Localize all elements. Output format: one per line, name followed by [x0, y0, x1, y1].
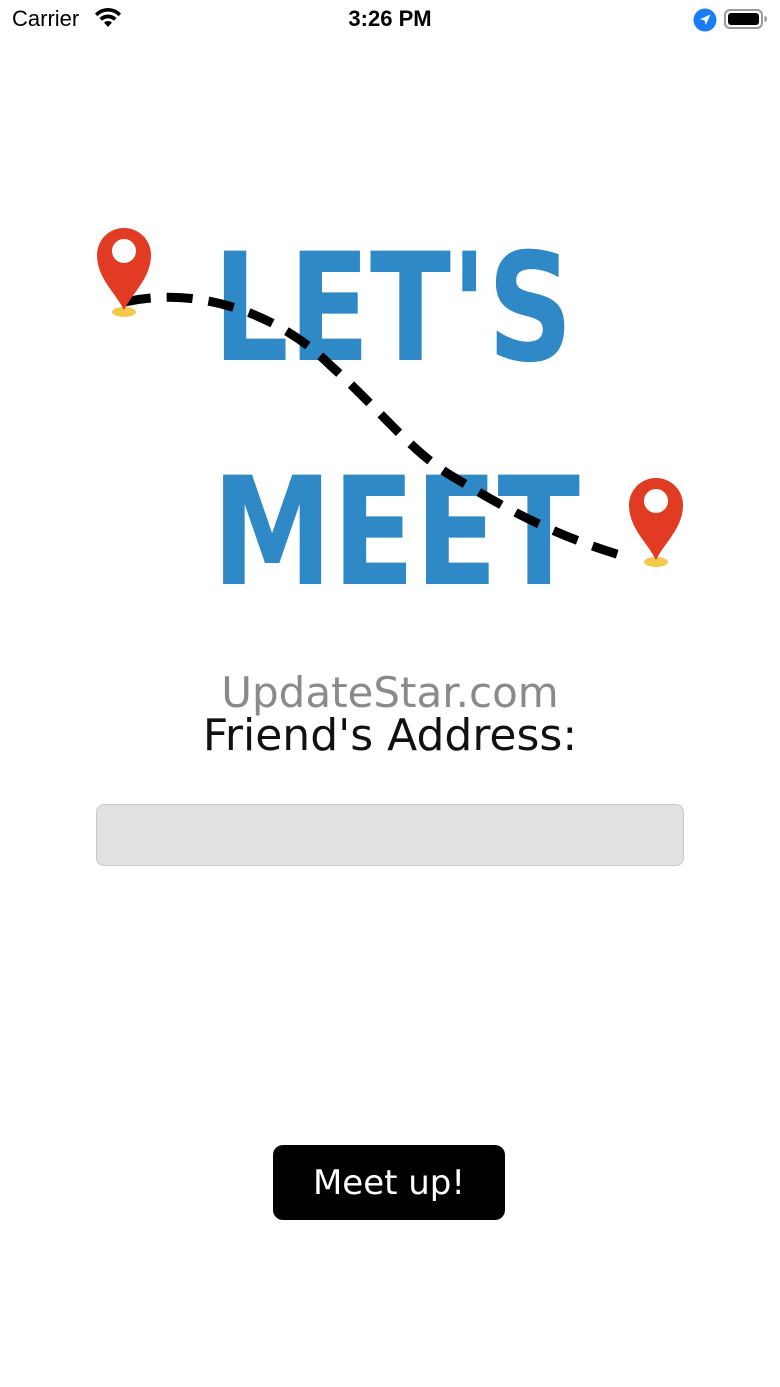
status-bar: Carrier 3:26 PM: [0, 0, 780, 40]
end-pin-icon: [629, 478, 683, 567]
start-pin-icon: [97, 228, 151, 317]
friends-address-label: Friend's Address:: [202, 710, 578, 761]
lets-meet-logo: LET'S MEET: [97, 222, 683, 600]
logo-line-lets: LET'S: [213, 222, 573, 396]
friends-address-input[interactable]: [96, 804, 684, 866]
location-arrow-icon: [693, 8, 717, 32]
battery-icon: [724, 9, 767, 29]
logo-line-meet: MEET: [212, 446, 580, 600]
meet-up-button[interactable]: Meet up!: [273, 1145, 505, 1220]
status-time: 3:26 PM: [348, 6, 432, 31]
